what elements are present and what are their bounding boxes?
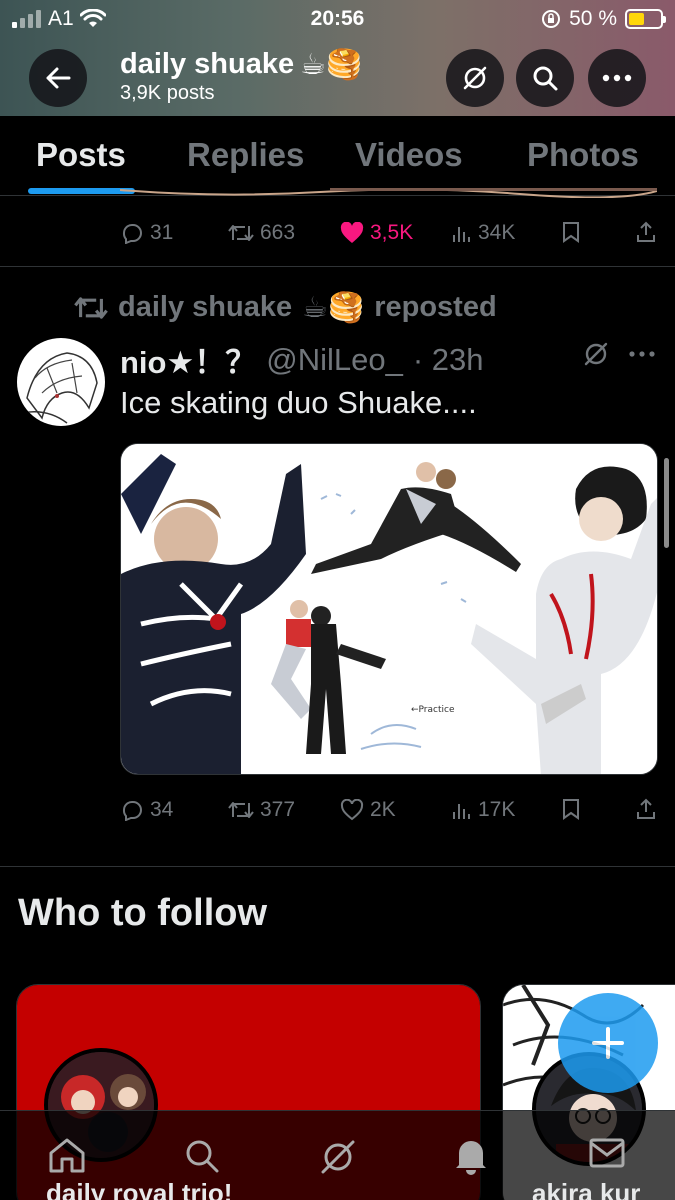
profile-name-text: daily shuake (120, 48, 295, 80)
more-icon (602, 74, 632, 82)
views-icon (453, 804, 470, 819)
tweet-header: nio★！？ @NilLeo_ · 23h (120, 337, 484, 382)
reply-icon (122, 224, 142, 244)
battery-percent: 50 % (569, 7, 617, 30)
repost-icon (228, 802, 254, 818)
follow-card-2-label[interactable]: akira kur (532, 1178, 640, 1200)
tweet-text: Ice skating duo Shuake.... (120, 385, 477, 420)
share-icon (637, 221, 655, 242)
like-count: 2K (370, 798, 396, 821)
tweet-image[interactable]: ←Practice (120, 443, 658, 775)
share-button[interactable] (636, 798, 656, 820)
grok-button[interactable] (446, 49, 504, 107)
orientation-lock-icon (542, 10, 561, 28)
repost-count: 663 (260, 221, 296, 244)
views-count: 34K (478, 221, 516, 244)
repost-by[interactable]: daily shuake (118, 291, 292, 324)
profile-name: daily shuake ☕🥞 (120, 47, 362, 82)
reply-count: 31 (150, 221, 174, 244)
back-arrow-icon (46, 67, 71, 89)
heart-icon (340, 799, 364, 821)
reply-icon (122, 801, 142, 821)
status-bar: A1 20:56 50 % (0, 0, 675, 38)
bookmark-button[interactable] (562, 221, 580, 243)
tab-videos[interactable]: Videos (355, 136, 463, 174)
author-avatar[interactable] (17, 338, 105, 426)
search-button[interactable] (516, 49, 574, 107)
more-button[interactable] (588, 49, 646, 107)
post-2-actions: 34 377 2K 17K (118, 798, 658, 828)
grok-icon[interactable] (318, 1137, 358, 1177)
follow-card-1-label[interactable]: daily royal trio! (46, 1178, 232, 1200)
home-icon[interactable] (48, 1137, 86, 1173)
section-divider (0, 866, 675, 867)
repost-button[interactable]: 663 (228, 221, 295, 245)
repost-count: 377 (260, 798, 296, 821)
tab-posts[interactable]: Posts (36, 136, 126, 174)
status-right: 50 % (541, 7, 666, 31)
reply-button[interactable]: 31 (120, 221, 173, 245)
grok-icon (463, 66, 487, 90)
profile-tabs: Posts Replies Videos Photos (0, 116, 675, 196)
share-icon (637, 798, 655, 819)
search-icon (533, 66, 558, 91)
repost-button[interactable]: 377 (228, 798, 295, 822)
like-button[interactable]: 3,5K (340, 221, 413, 245)
battery-icon (625, 9, 666, 29)
scrollbar[interactable] (664, 458, 669, 548)
like-count: 3,5K (370, 221, 414, 244)
back-button[interactable] (29, 49, 87, 107)
post-count: 3,9K posts (120, 82, 215, 104)
author-handle[interactable]: @NilLeo_ (266, 342, 403, 378)
repost-context: daily shuake ☕🥞 reposted (74, 290, 497, 325)
tab-replies[interactable]: Replies (187, 136, 304, 174)
bell-icon[interactable] (453, 1137, 489, 1175)
battery-fill (629, 13, 644, 25)
repost-icon (74, 296, 108, 319)
profile-name-emojis: ☕🥞 (300, 47, 363, 81)
post-divider (0, 266, 675, 267)
repost-icon (228, 225, 254, 241)
search-icon[interactable] (183, 1137, 221, 1175)
views-icon (453, 227, 470, 242)
repost-suffix: reposted (374, 291, 497, 323)
views-count: 17K (478, 798, 516, 821)
post-1-actions: 31 663 3,5K 34K (118, 221, 658, 251)
bookmark-button[interactable] (562, 798, 580, 820)
grok-icon[interactable] (582, 340, 610, 368)
views-button[interactable]: 17K (452, 798, 515, 822)
repost-emojis: ☕🥞 (302, 290, 365, 324)
reply-count: 34 (150, 798, 174, 821)
previous-post-media-edge (120, 188, 657, 198)
bookmark-icon (563, 799, 579, 820)
tab-photos[interactable]: Photos (527, 136, 639, 174)
tab-indicator (28, 188, 135, 194)
media-annotation: ←Practice (411, 705, 455, 715)
tweet-time[interactable]: · 23h (413, 342, 484, 378)
compose-button[interactable] (558, 993, 658, 1093)
reply-button[interactable]: 34 (120, 798, 173, 822)
who-to-follow-title: Who to follow (18, 892, 268, 934)
author-name[interactable]: nio★！？ (120, 337, 256, 382)
heart-icon (340, 222, 364, 243)
tweet-more-icon[interactable] (628, 350, 656, 358)
views-button[interactable]: 34K (452, 221, 515, 245)
bookmark-icon (563, 222, 579, 243)
plus-icon (592, 1027, 624, 1059)
mail-icon[interactable] (588, 1137, 626, 1169)
profile-header: A1 20:56 50 % daily shuake ☕🥞 3,9K posts (0, 0, 675, 116)
like-button[interactable]: 2K (340, 798, 396, 822)
share-button[interactable] (636, 221, 656, 243)
